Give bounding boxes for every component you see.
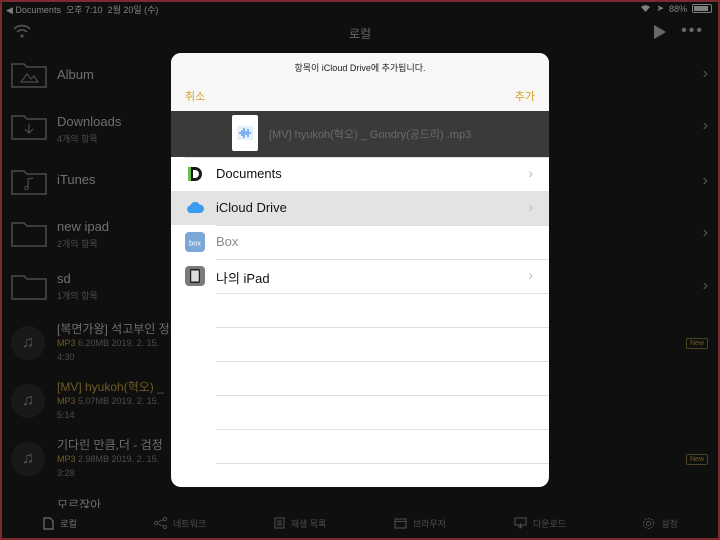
location-icloud-drive[interactable]: iCloud Drive ›	[171, 191, 549, 225]
svg-text:box: box	[189, 239, 201, 248]
icloud-icon	[187, 201, 205, 213]
location-label: Documents	[216, 166, 282, 181]
chevron-right-icon: ›	[528, 267, 533, 283]
documents-app-icon	[185, 164, 205, 184]
chevron-right-icon: ›	[528, 165, 533, 181]
chevron-right-icon: ›	[528, 199, 533, 215]
location-box[interactable]: box Box	[171, 225, 549, 259]
ipad-icon	[185, 266, 205, 286]
sheet-message: 항목이 iCloud Drive에 추가됩니다.	[294, 63, 426, 73]
file-preview: [MV] hyukoh(혁오) _ Gondry(공드리) .mp3	[171, 111, 549, 157]
location-my-ipad[interactable]: 나의 iPad ›	[171, 259, 549, 293]
add-button[interactable]: 추가	[515, 88, 535, 104]
box-icon: box	[185, 232, 205, 252]
sheet-header: 항목이 iCloud Drive에 추가됩니다. 취소 추가	[171, 53, 549, 111]
audio-file-icon	[232, 115, 258, 151]
location-picker-sheet: 항목이 iCloud Drive에 추가됩니다. 취소 추가 [MV] hyuk…	[171, 53, 549, 487]
location-label: Box	[216, 234, 239, 249]
location-label: 나의 iPad	[216, 271, 270, 286]
location-documents[interactable]: Documents ›	[171, 157, 549, 191]
cancel-button[interactable]: 취소	[185, 88, 205, 104]
location-label: iCloud Drive	[216, 200, 287, 215]
file-name-label: [MV] hyukoh(혁오) _ Gondry(공드리) .mp3	[269, 129, 472, 141]
